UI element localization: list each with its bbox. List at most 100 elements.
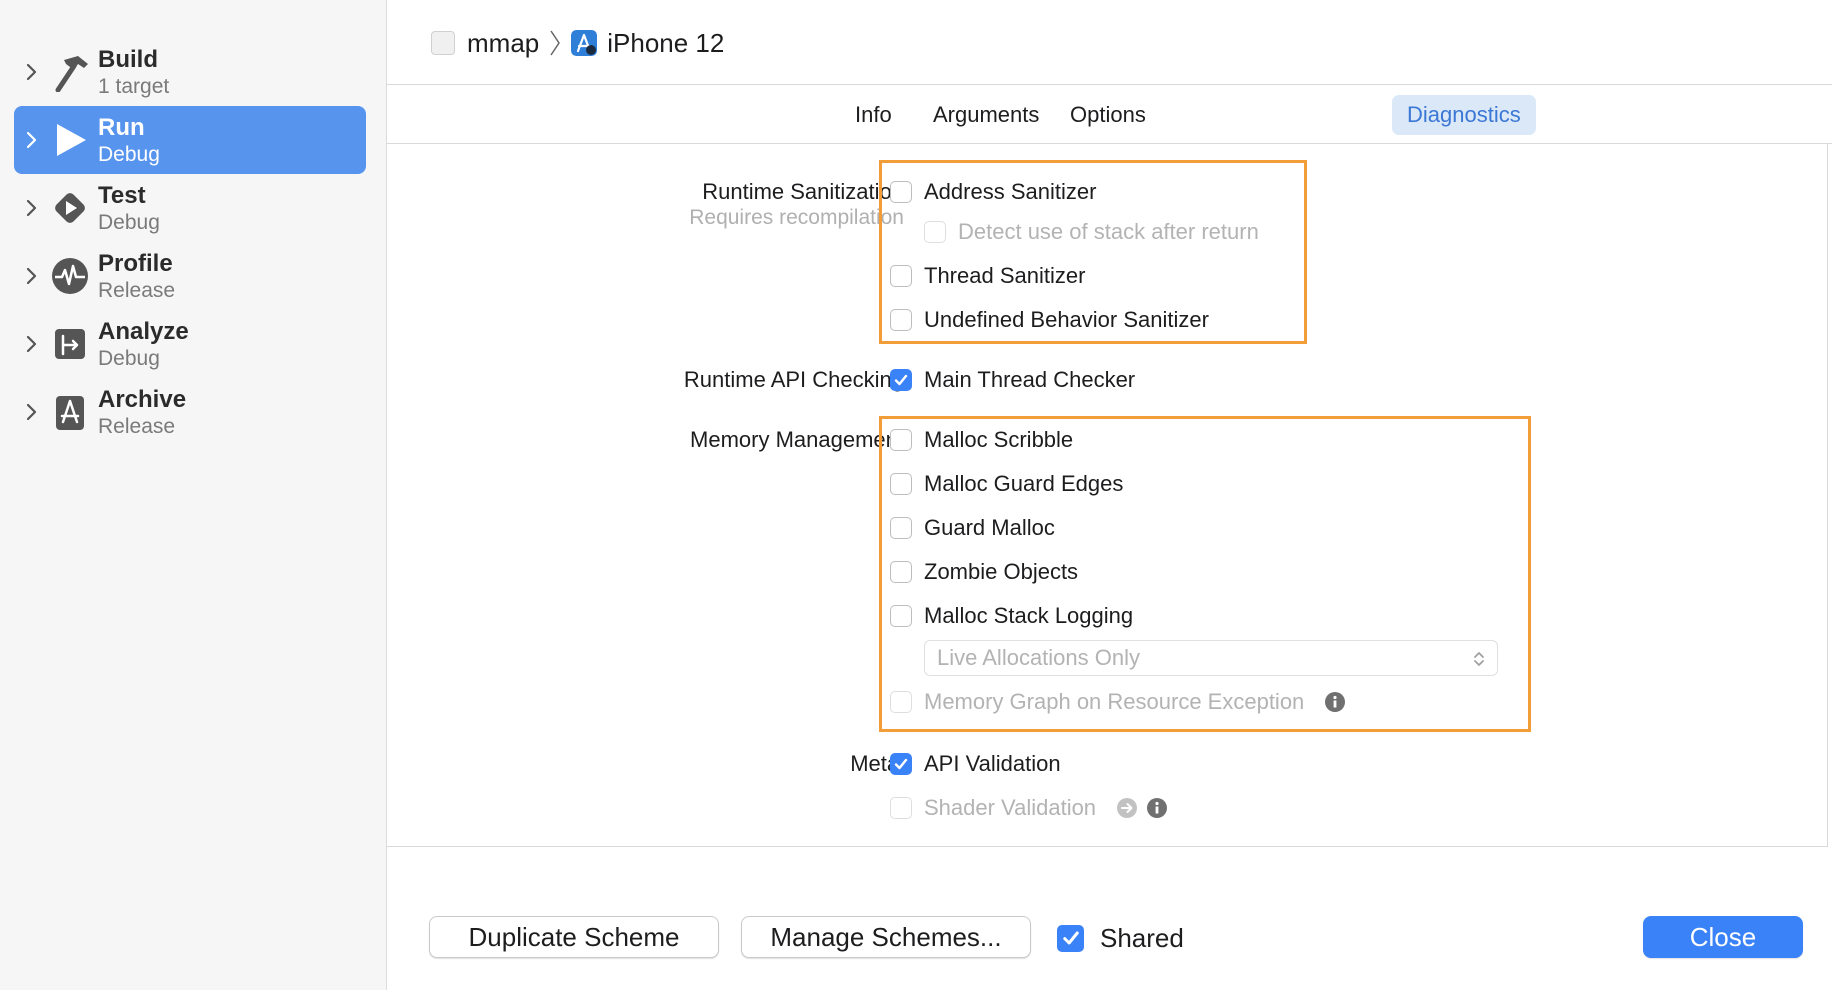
- checkbox-label: Zombie Objects: [924, 559, 1079, 584]
- checkbox-label: Main Thread Checker: [924, 367, 1136, 392]
- info-icon[interactable]: [1324, 691, 1346, 713]
- device-app-icon: [571, 30, 598, 56]
- checkbox-checked[interactable]: [890, 369, 912, 391]
- checkmark-icon: [894, 374, 908, 386]
- checkbox-label: Shader Validation: [924, 795, 1097, 820]
- checkbox[interactable]: [890, 309, 912, 331]
- manage-schemes-button[interactable]: Manage Schemes...: [741, 916, 1031, 958]
- breadcrumb-separator-icon: [550, 30, 561, 56]
- sidebar-item-sublabel: Debug: [98, 143, 160, 166]
- sidebar-item-label: Profile: [98, 250, 173, 277]
- checkbox-label: Malloc Guard Edges: [924, 471, 1124, 496]
- checkbox-label: Shared: [1100, 922, 1184, 953]
- undefined-behavior-sanitizer-checkbox[interactable]: Undefined Behavior Sanitizer: [890, 304, 1209, 336]
- arrow-circle-icon[interactable]: [1116, 797, 1138, 819]
- breadcrumb: mmap iPhone 12: [431, 26, 724, 60]
- sidebar-item-sublabel: Debug: [98, 211, 160, 234]
- checkbox: [890, 797, 912, 819]
- diagnostics-panel: Runtime Sanitization Requires recompilat…: [387, 143, 1828, 847]
- tab-options[interactable]: Options: [1055, 95, 1161, 135]
- test-diamond-icon: [55, 193, 85, 223]
- tab-arguments[interactable]: Arguments: [918, 95, 1054, 135]
- guard-malloc-checkbox[interactable]: Guard Malloc: [890, 512, 1055, 544]
- tab-diagnostics[interactable]: Diagnostics: [1392, 95, 1536, 135]
- memory-management-label: Memory Management: [690, 427, 904, 452]
- sidebar-item-profile[interactable]: Profile Release: [14, 242, 366, 310]
- address-sanitizer-checkbox[interactable]: Address Sanitizer: [890, 176, 1096, 208]
- checkbox-checked[interactable]: [890, 753, 912, 775]
- checkbox-label: Undefined Behavior Sanitizer: [924, 307, 1209, 332]
- scheme-footer: Duplicate Scheme Manage Schemes... Share…: [387, 876, 1832, 990]
- checkbox-label: Address Sanitizer: [924, 179, 1097, 204]
- chevron-right-icon[interactable]: [24, 264, 40, 288]
- main-thread-checker-checkbox[interactable]: Main Thread Checker: [890, 364, 1135, 396]
- stack-logging-mode-select: Live Allocations Only: [924, 640, 1498, 676]
- checkbox[interactable]: [890, 181, 912, 203]
- info-icon[interactable]: [1146, 797, 1168, 819]
- duplicate-scheme-button[interactable]: Duplicate Scheme: [429, 916, 719, 958]
- hammer-icon: [55, 56, 88, 92]
- project-icon: [431, 31, 455, 55]
- checkbox: [890, 691, 912, 713]
- sidebar-item-label: Test: [98, 182, 146, 209]
- sidebar-item-analyze[interactable]: Analyze Debug: [14, 310, 366, 378]
- shader-validation-checkbox: Shader Validation: [890, 792, 1168, 824]
- sidebar-item-label: Analyze: [98, 318, 189, 345]
- malloc-stack-logging-checkbox[interactable]: Malloc Stack Logging: [890, 600, 1133, 632]
- sidebar-item-sublabel: Release: [98, 415, 176, 438]
- select-value: Live Allocations Only: [937, 645, 1140, 670]
- analyze-icon: [55, 329, 85, 359]
- checkbox[interactable]: [890, 561, 912, 583]
- malloc-scribble-checkbox[interactable]: Malloc Scribble: [890, 424, 1073, 456]
- runtime-sanitization-label: Runtime Sanitization: [702, 179, 904, 204]
- sidebar-item-test[interactable]: Test Debug: [14, 174, 366, 242]
- checkbox-label: API Validation: [924, 751, 1061, 776]
- scheme-action-sidebar: Build 1 target Run Debug Test Debug Prof…: [0, 0, 387, 990]
- checkbox[interactable]: [890, 473, 912, 495]
- scheme-header: mmap iPhone 12: [387, 0, 1832, 85]
- sidebar-item-sublabel: Debug: [98, 347, 160, 370]
- sidebar-item-label: Archive: [98, 386, 187, 413]
- play-icon: [57, 124, 86, 156]
- sidebar-item-label: Build: [98, 46, 158, 73]
- breadcrumb-project[interactable]: mmap: [467, 28, 539, 59]
- zombie-objects-checkbox[interactable]: Zombie Objects: [890, 556, 1078, 588]
- thread-sanitizer-checkbox[interactable]: Thread Sanitizer: [890, 260, 1085, 292]
- requires-recompilation-label: Requires recompilation: [689, 206, 904, 229]
- checkbox-label: Thread Sanitizer: [924, 263, 1086, 288]
- checkbox: [924, 221, 946, 243]
- checkbox-label: Malloc Scribble: [924, 427, 1074, 452]
- chevron-right-icon[interactable]: [24, 400, 40, 424]
- checkmark-icon: [1062, 931, 1079, 945]
- checkbox-label: Guard Malloc: [924, 515, 1055, 540]
- sidebar-item-build[interactable]: Build 1 target: [14, 38, 366, 106]
- sidebar-item-archive[interactable]: Archive Release: [14, 378, 366, 446]
- archive-icon: [56, 396, 84, 430]
- chevron-right-icon[interactable]: [24, 60, 40, 84]
- checkbox[interactable]: [890, 429, 912, 451]
- malloc-guard-edges-checkbox[interactable]: Malloc Guard Edges: [890, 468, 1123, 500]
- runtime-api-checking-label: Runtime API Checking: [683, 367, 904, 392]
- checkbox-label: Memory Graph on Resource Exception: [924, 689, 1305, 714]
- checkbox[interactable]: [890, 265, 912, 287]
- checkbox[interactable]: [890, 605, 912, 627]
- tab-info[interactable]: Info: [840, 95, 907, 135]
- checkbox-label: Malloc Stack Logging: [924, 603, 1134, 628]
- chevron-right-icon[interactable]: [24, 128, 40, 152]
- checkbox[interactable]: [890, 517, 912, 539]
- breadcrumb-device[interactable]: iPhone 12: [607, 28, 724, 59]
- detect-stack-after-return-checkbox: Detect use of stack after return: [924, 216, 1259, 248]
- close-button[interactable]: Close: [1643, 916, 1803, 958]
- chevron-updown-icon: [1474, 652, 1484, 666]
- api-validation-checkbox[interactable]: API Validation: [890, 748, 1061, 780]
- chevron-right-icon[interactable]: [24, 196, 40, 220]
- chevron-right-icon[interactable]: [24, 332, 40, 356]
- sidebar-item-sublabel: 1 target: [98, 75, 170, 98]
- sidebar-item-run[interactable]: Run Debug: [14, 106, 366, 174]
- checkmark-icon: [894, 758, 908, 770]
- waveform-icon: [52, 258, 88, 294]
- shared-checkbox[interactable]: Shared: [1057, 921, 1184, 955]
- tab-bar: Info Arguments Options Diagnostics: [387, 85, 1832, 144]
- checkbox-checked[interactable]: [1057, 924, 1084, 952]
- sidebar-item-sublabel: Release: [98, 279, 176, 302]
